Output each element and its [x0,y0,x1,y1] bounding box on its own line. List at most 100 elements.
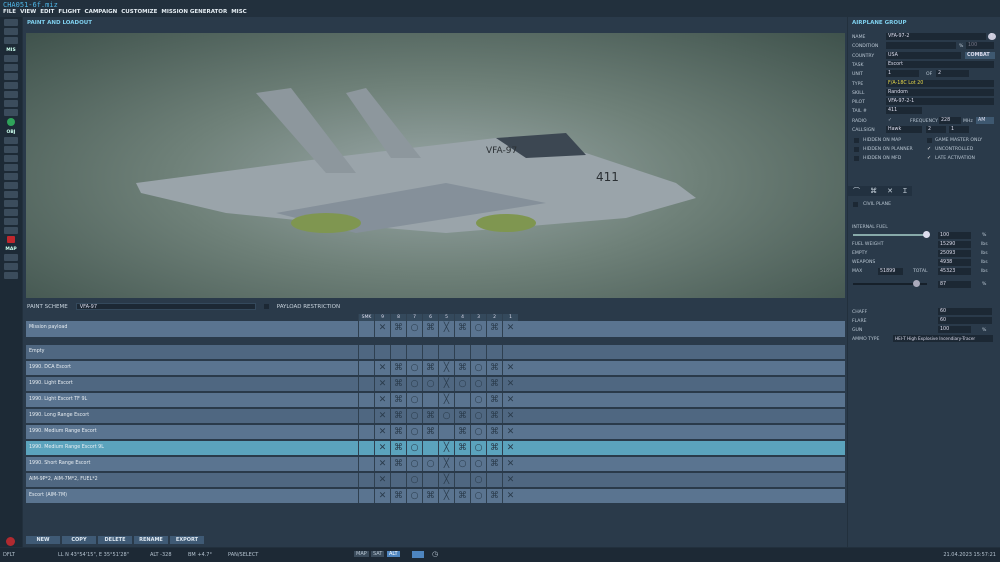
menu-misc[interactable]: MISC [231,9,247,15]
pylon-cell[interactable]: ╳ [438,361,454,375]
pylon-cell[interactable]: ✕ [374,441,390,455]
pylon-cell[interactable]: ⌘ [454,361,470,375]
pylon-cell[interactable]: ⌘ [390,425,406,439]
pylon-cell[interactable]: ⌘ [486,457,502,471]
tool-icon[interactable] [4,109,18,116]
pylon-cell[interactable] [438,425,454,439]
pylon-cell[interactable]: ○ [406,457,422,471]
internal-fuel-input[interactable]: 100 [938,232,971,239]
hidden-mfd-checkbox[interactable] [854,156,859,161]
pylon-cell[interactable]: ⌘ [422,361,438,375]
menu-mission-generator[interactable]: MISSION GENERATOR [161,9,227,15]
alt-button[interactable]: ALT [387,551,400,557]
new-file-icon[interactable] [4,19,18,26]
pylon-cell[interactable]: ○ [454,377,470,391]
pylon-cell[interactable]: ╳ [438,321,454,337]
pylon-cell[interactable]: ✕ [502,361,518,375]
pylon-cell[interactable]: ⌘ [390,377,406,391]
menu-view[interactable]: VIEW [20,9,36,15]
pylon-cell[interactable]: ⌘ [390,361,406,375]
pylon-cell[interactable] [358,345,374,359]
hidden-planner-checkbox[interactable] [854,147,859,152]
pylon-cell[interactable]: ⌘ [390,457,406,471]
pylon-cell[interactable] [390,473,406,487]
pylon-cell[interactable]: ✕ [502,457,518,471]
frequency-input[interactable]: 228 [939,117,961,124]
gun-stepper[interactable]: 100 [938,326,971,333]
pylon-cell[interactable]: ⌘ [454,441,470,455]
pylon-cell[interactable]: ╳ [438,393,454,407]
callsign-number-1[interactable]: 2 [926,126,946,133]
pylon-cell[interactable]: ⌘ [486,377,502,391]
pylon-cell[interactable]: ✕ [502,489,518,503]
tool-icon[interactable] [4,155,18,162]
tool-icon[interactable] [4,173,18,180]
callsign-number-2[interactable]: 1 [949,126,969,133]
pylon-cell[interactable]: ✕ [502,441,518,455]
menu-file[interactable]: FILE [3,9,16,15]
payload-row[interactable]: 1990. DCA Escort ✕ ⌘ ○ ⌘ ╳ ⌘ ○ ⌘ ✕ [26,361,845,375]
internal-fuel-slider[interactable] [853,231,930,238]
pylon-cell[interactable] [358,361,374,375]
tool-icon[interactable] [4,91,18,98]
paint-scheme-select[interactable]: VFA-97 [75,303,256,310]
chaff-stepper[interactable]: 60 [938,308,992,315]
pylon-cell[interactable]: ✕ [374,489,390,503]
pylon-cell[interactable]: ⌘ [422,425,438,439]
pylon-cell[interactable]: ○ [406,409,422,423]
map-tool-icon[interactable] [4,263,18,270]
pylon-cell[interactable]: ⌘ [422,321,438,337]
payload-row[interactable]: 1990. Light Escort ✕ ⌘ ○ ○ ╳ ○ ○ ⌘ ✕ [26,377,845,391]
pylon-cell[interactable]: ⌘ [486,441,502,455]
rename-button[interactable]: RENAME [134,536,168,544]
open-file-icon[interactable] [4,28,18,35]
pylon-cell[interactable]: ✕ [374,473,390,487]
payload-row[interactable]: 1990. Long Range Escort ✕ ⌘ ○ ⌘ ○ ⌘ ○ ⌘ ✕ [26,409,845,423]
payload-row[interactable]: 1990. Medium Range Escort 9L ✕ ⌘ ○ ╳ ⌘ ○ ⌘ ✕ [26,441,845,455]
pylon-cell[interactable]: ╳ [438,489,454,503]
pylon-cell[interactable]: ⌘ [422,489,438,503]
pylon-cell[interactable]: ○ [406,377,422,391]
pylon-cell[interactable] [406,345,422,359]
pylon-cell[interactable]: ⌘ [486,321,502,337]
pylon-cell[interactable] [470,345,486,359]
pylon-cell[interactable]: ⌘ [390,409,406,423]
pylon-cell[interactable] [358,409,374,423]
pylon-cell[interactable]: ○ [406,361,422,375]
pylon-cell[interactable] [374,345,390,359]
export-button[interactable]: EXPORT [170,536,204,544]
triggers-tab-icon[interactable]: Ɪ [903,186,907,196]
pylon-cell[interactable]: ✕ [502,425,518,439]
ammo-type-select[interactable]: HEI-T High Explosive Incendiary-Tracer [893,335,993,342]
pylon-cell[interactable]: ✕ [374,393,390,407]
map-tool-icon[interactable] [4,254,18,261]
map-tool-icon[interactable] [4,272,18,279]
pylon-cell[interactable]: ○ [470,425,486,439]
payload-row[interactable]: 1990. Short Range Escort ✕ ⌘ ○ ○ ╳ ○ ○ ⌘ ✕ [26,457,845,471]
save-file-icon[interactable] [4,37,18,44]
delete-button[interactable]: DELETE [98,536,132,544]
combat-button[interactable]: COMBAT [965,52,995,59]
pylon-cell[interactable]: ○ [470,377,486,391]
pylon-cell[interactable]: ○ [470,473,486,487]
menu-flight[interactable]: FLIGHT [58,9,80,15]
green-status-icon[interactable] [7,118,15,126]
pylon-cell[interactable] [358,457,374,471]
tool-icon[interactable] [4,64,18,71]
ruler-icon[interactable] [412,551,424,558]
pylon-cell[interactable]: ⌘ [486,425,502,439]
condition-input[interactable] [886,42,956,49]
pylon-cell[interactable]: ○ [422,457,438,471]
pylon-cell[interactable]: ✕ [502,377,518,391]
tail-input[interactable]: 411 [886,107,922,114]
pylon-cell[interactable]: ⌘ [454,489,470,503]
unit-stepper[interactable]: 1 [886,70,919,77]
pylon-cell[interactable]: ✕ [502,321,518,337]
menu-customize[interactable]: CUSTOMIZE [121,9,157,15]
name-input[interactable]: VFA-97-2 [886,33,986,40]
pylon-cell[interactable]: ╳ [438,441,454,455]
pylon-cell[interactable]: ✕ [374,377,390,391]
aircraft-preview[interactable]: 411 VFA-97 [26,33,845,298]
pylon-cell[interactable]: ○ [422,377,438,391]
tool-icon[interactable] [4,100,18,107]
